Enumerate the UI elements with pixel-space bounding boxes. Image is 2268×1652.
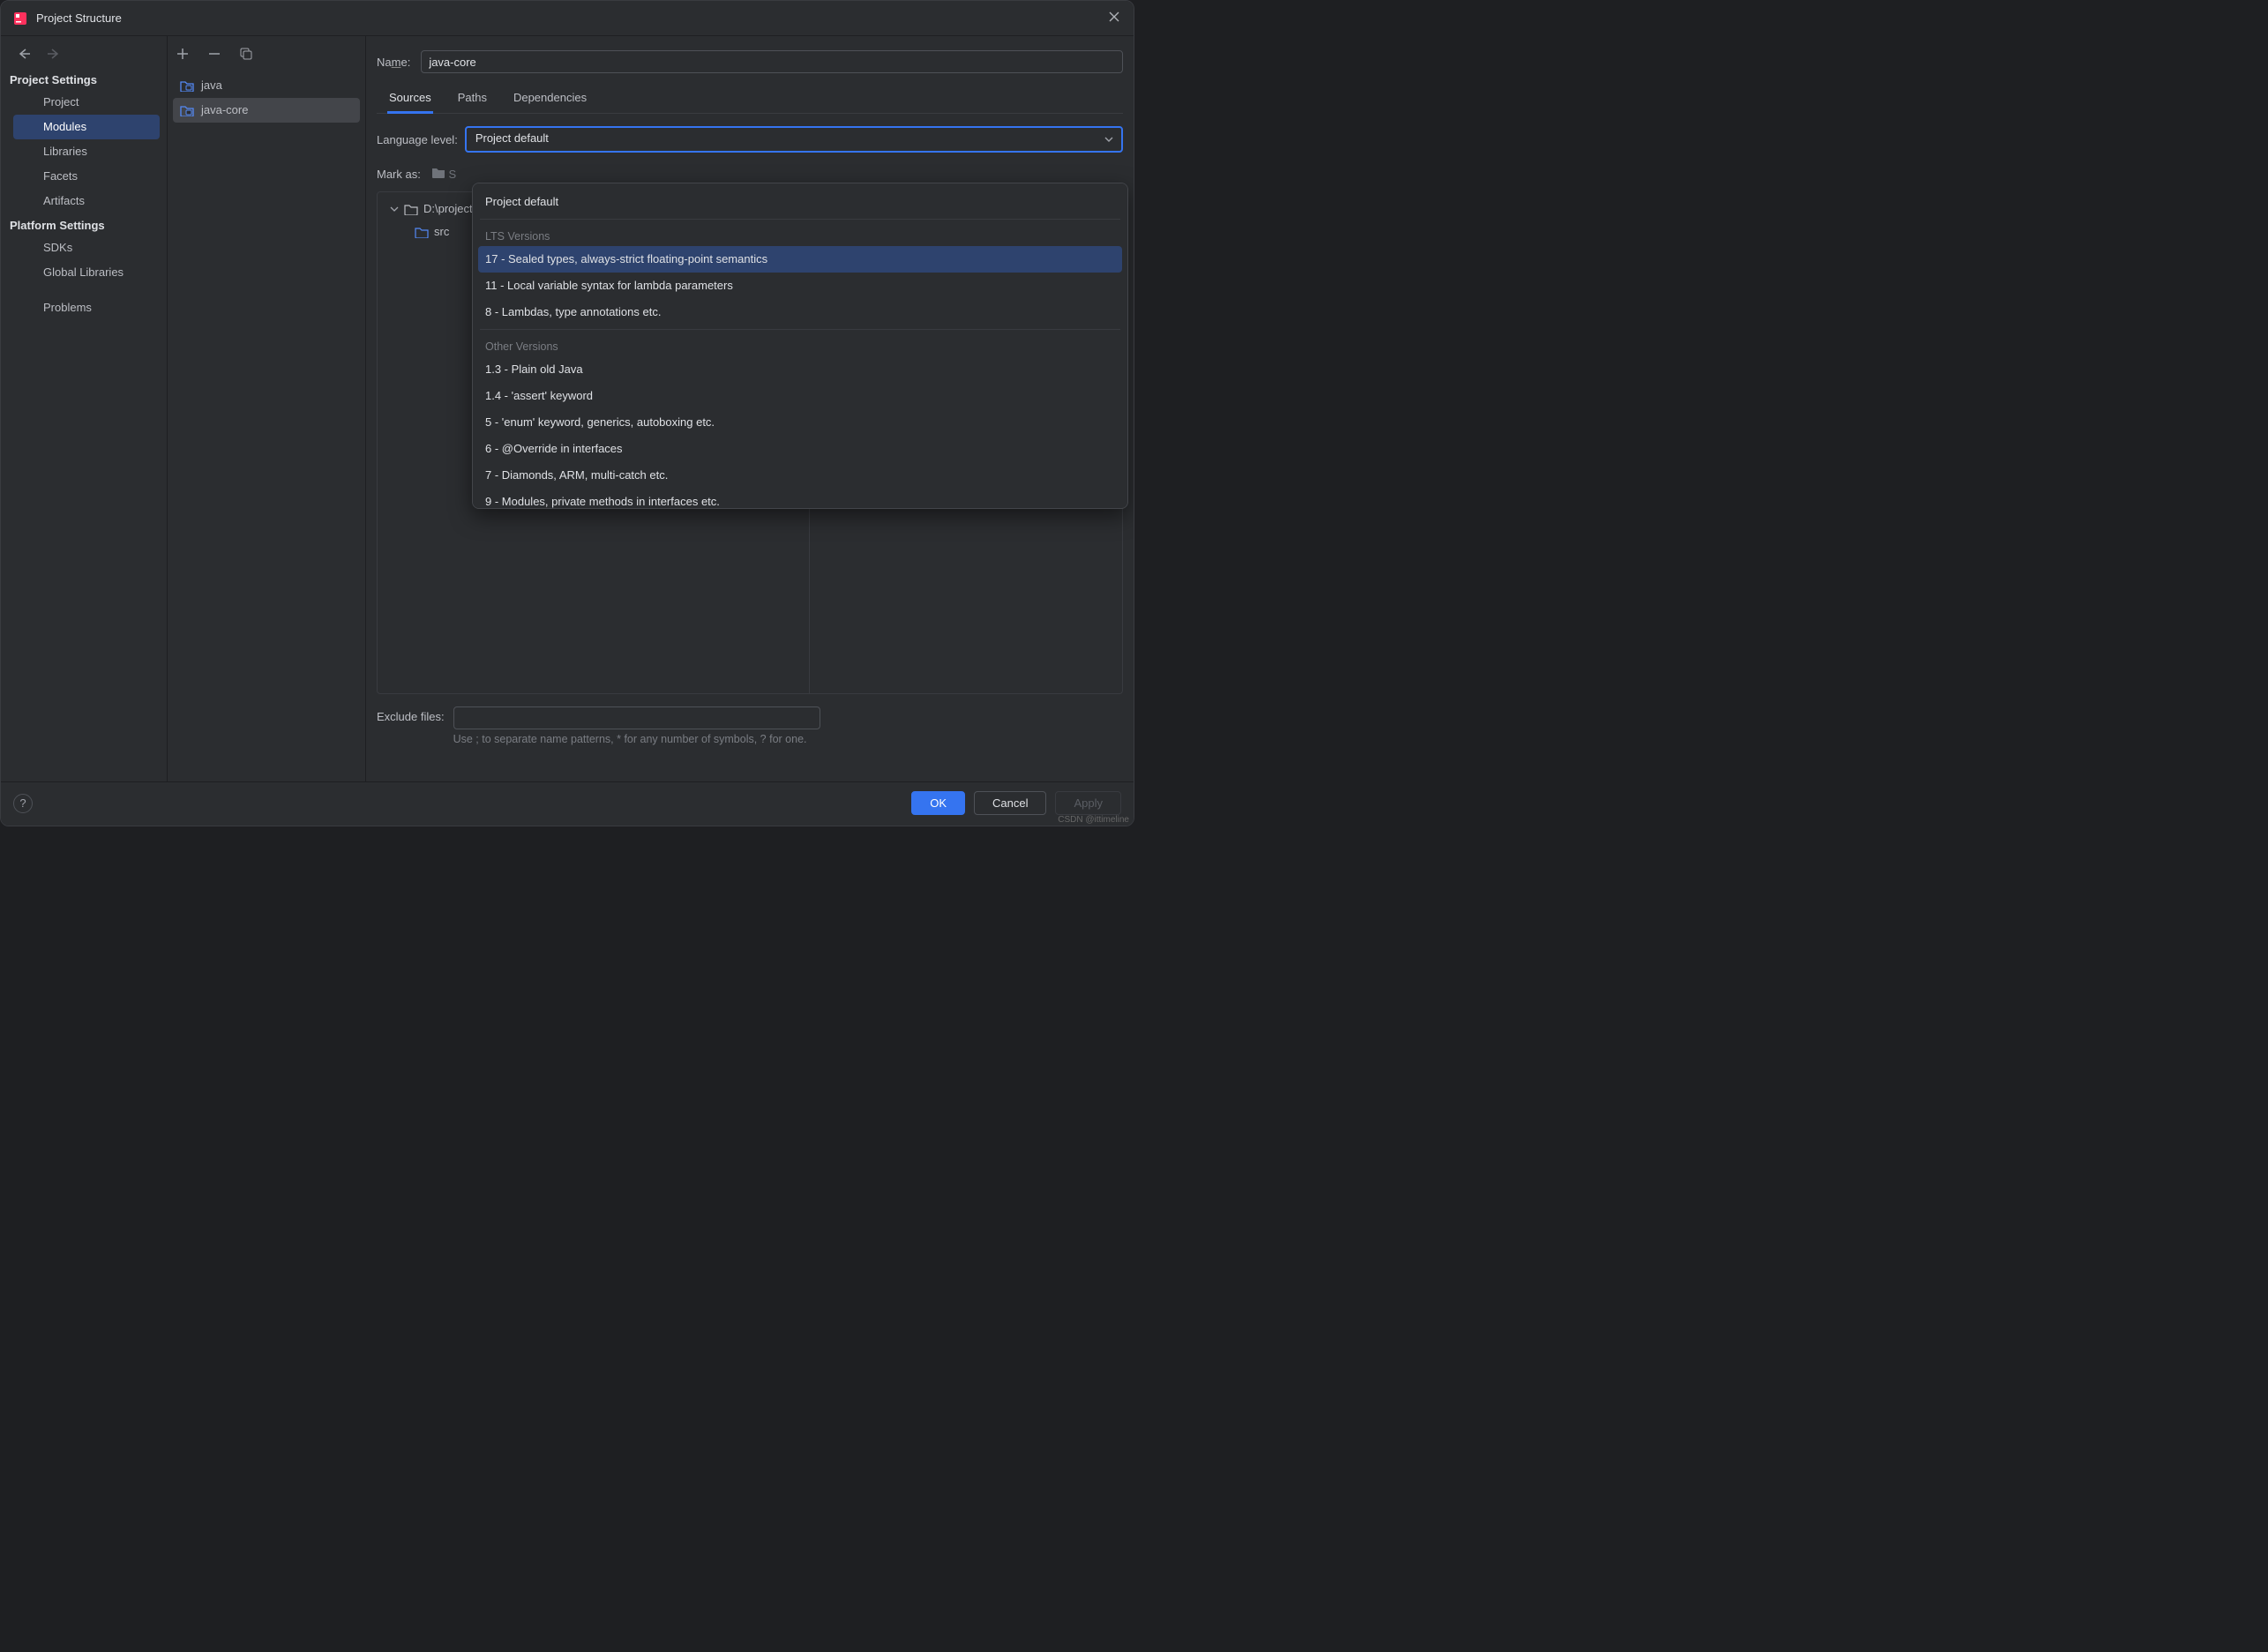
nav-history bbox=[1, 36, 167, 68]
nav-item-modules[interactable]: Modules bbox=[13, 115, 160, 139]
module-editor-panel: Name: Sources Paths Dependencies Languag… bbox=[366, 36, 1134, 781]
folder-icon bbox=[404, 204, 418, 215]
minus-icon bbox=[208, 48, 221, 60]
remove-module-button[interactable] bbox=[206, 46, 222, 64]
plus-icon bbox=[176, 48, 189, 60]
exclude-label: Exclude files: bbox=[377, 706, 445, 723]
project-structure-dialog: Project Structure Project Settings Proje… bbox=[0, 0, 1134, 826]
copy-icon bbox=[240, 48, 252, 60]
close-icon bbox=[1109, 11, 1119, 22]
language-level-combo[interactable]: Project default bbox=[465, 126, 1123, 153]
dd-item-5[interactable]: 5 - 'enum' keyword, generics, autoboxing… bbox=[473, 409, 1127, 436]
language-level-dropdown[interactable]: Project default LTS Versions 17 - Sealed… bbox=[472, 183, 1128, 509]
add-module-button[interactable] bbox=[175, 46, 191, 64]
mark-as-label: Mark as: bbox=[377, 168, 421, 181]
nav-item-libraries[interactable]: Libraries bbox=[1, 139, 167, 164]
dd-item-9[interactable]: 9 - Modules, private methods in interfac… bbox=[473, 489, 1127, 509]
ok-button[interactable]: OK bbox=[911, 791, 965, 815]
module-item-java[interactable]: java bbox=[168, 73, 365, 98]
chevron-down-icon bbox=[1104, 134, 1114, 145]
name-row: Name: bbox=[377, 45, 1123, 82]
separator bbox=[480, 219, 1120, 220]
body: Project Settings Project Modules Librari… bbox=[1, 36, 1134, 781]
tree-label: src bbox=[434, 222, 449, 242]
combo-value: Project default bbox=[475, 131, 549, 145]
module-list-panel: java java-core bbox=[168, 36, 366, 781]
watermark: CSDN @ittimeline bbox=[1058, 815, 1129, 825]
dialog-footer: ? OK Cancel Apply bbox=[1, 781, 1134, 826]
dd-header-other: Other Versions bbox=[473, 333, 1127, 356]
titlebar: Project Structure bbox=[1, 1, 1134, 36]
dd-item-project-default[interactable]: Project default bbox=[473, 189, 1127, 215]
close-button[interactable] bbox=[1102, 6, 1127, 30]
module-icon bbox=[180, 103, 194, 117]
nav-item-global-libraries[interactable]: Global Libraries bbox=[1, 260, 167, 285]
module-item-java-core[interactable]: java-core bbox=[173, 98, 360, 123]
dd-header-lts: LTS Versions bbox=[473, 223, 1127, 246]
separator bbox=[480, 329, 1120, 330]
dd-item-17[interactable]: 17 - Sealed types, always-strict floatin… bbox=[478, 246, 1122, 273]
module-name-input[interactable] bbox=[421, 50, 1123, 73]
apply-button[interactable]: Apply bbox=[1055, 791, 1121, 815]
module-tabs: Sources Paths Dependencies bbox=[377, 82, 1123, 114]
dd-item-1-4[interactable]: 1.4 - 'assert' keyword bbox=[473, 383, 1127, 409]
nav-item-sdks[interactable]: SDKs bbox=[1, 235, 167, 260]
module-toolbar bbox=[168, 36, 365, 73]
back-button[interactable] bbox=[17, 49, 31, 59]
mark-as-sources-button[interactable]: S bbox=[431, 167, 456, 181]
exclude-hint: Use ; to separate name patterns, * for a… bbox=[453, 729, 820, 745]
tab-dependencies[interactable]: Dependencies bbox=[512, 86, 588, 113]
cancel-button[interactable]: Cancel bbox=[974, 791, 1046, 815]
folder-icon bbox=[431, 167, 445, 178]
nav-item-problems[interactable]: Problems bbox=[1, 295, 167, 320]
tab-sources[interactable]: Sources bbox=[387, 86, 433, 114]
dd-item-1-3[interactable]: 1.3 - Plain old Java bbox=[473, 356, 1127, 383]
exclude-row: Exclude files: Use ; to separate name pa… bbox=[377, 694, 1123, 749]
platform-settings-header: Platform Settings bbox=[1, 213, 167, 235]
dd-item-8[interactable]: 8 - Lambdas, type annotations etc. bbox=[473, 299, 1127, 325]
tree-label: D:\project bbox=[423, 199, 473, 219]
chevron-down-icon bbox=[390, 205, 399, 213]
window-title: Project Structure bbox=[36, 11, 1102, 25]
exclude-files-input[interactable] bbox=[453, 706, 820, 729]
nav-item-artifacts[interactable]: Artifacts bbox=[1, 189, 167, 213]
help-button[interactable]: ? bbox=[13, 794, 33, 813]
left-nav-panel: Project Settings Project Modules Librari… bbox=[1, 36, 168, 781]
dd-item-7[interactable]: 7 - Diamonds, ARM, multi-catch etc. bbox=[473, 462, 1127, 489]
module-label: java bbox=[201, 77, 222, 94]
language-level-label: Language level: bbox=[377, 133, 458, 146]
module-label: java-core bbox=[201, 101, 248, 119]
copy-module-button[interactable] bbox=[238, 46, 254, 64]
dd-item-11[interactable]: 11 - Local variable syntax for lambda pa… bbox=[473, 273, 1127, 299]
button-row: OK Cancel Apply bbox=[911, 791, 1121, 815]
dd-item-6[interactable]: 6 - @Override in interfaces bbox=[473, 436, 1127, 462]
language-level-row: Language level: Project default bbox=[377, 114, 1123, 161]
nav-item-facets[interactable]: Facets bbox=[1, 164, 167, 189]
tab-paths[interactable]: Paths bbox=[456, 86, 489, 113]
folder-icon bbox=[415, 227, 429, 238]
nav-item-project[interactable]: Project bbox=[1, 90, 167, 115]
forward-button[interactable] bbox=[47, 49, 61, 59]
module-icon bbox=[180, 78, 194, 93]
app-icon bbox=[13, 11, 27, 26]
name-label: Name: bbox=[377, 56, 410, 69]
project-settings-header: Project Settings bbox=[1, 68, 167, 90]
